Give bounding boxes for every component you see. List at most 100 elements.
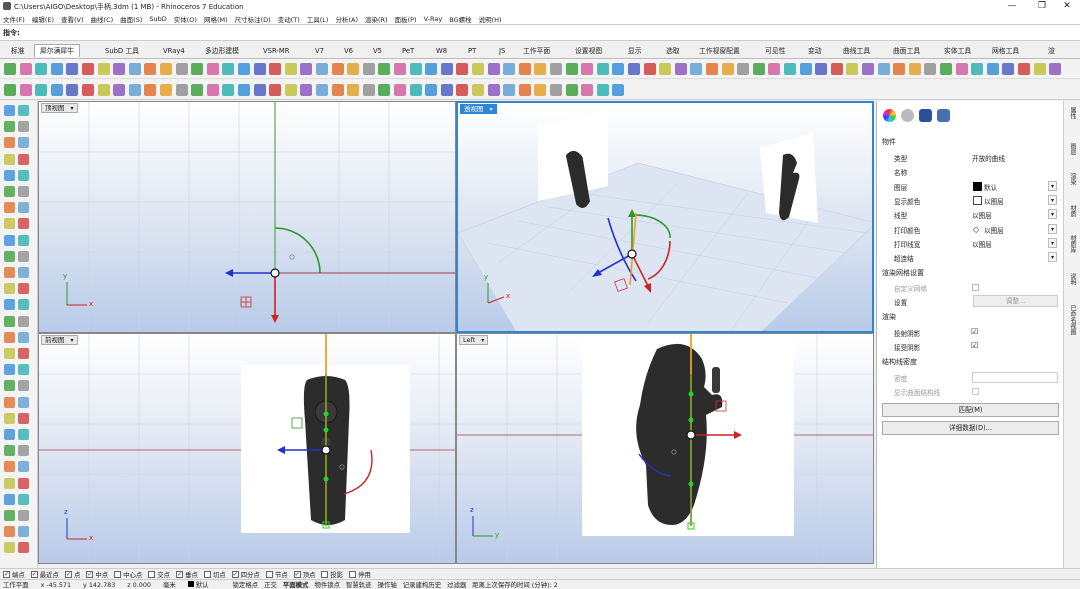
menu-panels[interactable]: 面板(P) <box>395 14 417 24</box>
property-value[interactable]: 开放的曲线 <box>972 153 1005 163</box>
viewport-left[interactable]: Left ▾ z y <box>456 333 874 564</box>
tab-0[interactable]: 标准 <box>6 45 30 58</box>
tool-icon[interactable] <box>18 169 29 181</box>
tool-icon[interactable] <box>534 63 547 75</box>
tool-icon[interactable] <box>4 169 15 181</box>
tool-icon[interactable] <box>18 315 29 327</box>
tab-11[interactable]: PT <box>463 45 481 58</box>
tool-icon[interactable] <box>550 63 562 75</box>
status-unit[interactable]: 毫米 <box>163 580 176 589</box>
menu-tools[interactable]: 工具(L) <box>307 14 329 24</box>
tool-icon[interactable] <box>425 63 438 75</box>
tool-icon[interactable] <box>612 63 625 75</box>
tab-7[interactable]: V6 <box>339 45 358 58</box>
adjust-button[interactable]: 调整... <box>973 295 1058 307</box>
tool-icon[interactable] <box>18 283 29 295</box>
tool-icon[interactable] <box>440 84 453 96</box>
menu-curve[interactable]: 曲线(C) <box>91 14 114 24</box>
tool-icon[interactable] <box>50 63 63 75</box>
menu-surface[interactable]: 曲面(S) <box>120 14 142 24</box>
tool-icon[interactable] <box>4 348 15 359</box>
status-toggle[interactable]: 智慧轨迹 <box>346 580 372 589</box>
viewport-title[interactable]: 透视图 ▾ <box>460 104 497 114</box>
chevron-down-icon[interactable]: ▾ <box>1048 180 1057 191</box>
panel-tab-3[interactable]: 材质 <box>1066 205 1079 217</box>
tab-3[interactable]: VRay4 <box>158 45 190 58</box>
menu-solid[interactable]: 实体(O) <box>174 14 197 24</box>
tool-icon[interactable] <box>4 477 15 489</box>
tool-icon[interactable] <box>253 63 266 75</box>
menu-edit[interactable]: 编辑(E) <box>32 14 54 24</box>
panel-tab-0[interactable]: 属性 <box>1066 107 1079 119</box>
command-input[interactable] <box>24 27 1080 39</box>
status-toggle[interactable]: 记录建构历史 <box>403 580 441 589</box>
tool-icon[interactable] <box>18 202 29 214</box>
menu-bg[interactable]: BG螺栓 <box>449 14 471 24</box>
tool-icon[interactable] <box>35 84 48 96</box>
tool-icon[interactable] <box>4 493 15 505</box>
tool-icon[interactable] <box>253 84 266 96</box>
menu-file[interactable]: 文件(F) <box>3 14 25 24</box>
tool-icon[interactable] <box>1002 63 1015 75</box>
osnap-item[interactable]: 节点 <box>265 570 288 579</box>
tool-icon[interactable] <box>4 412 15 424</box>
osnap-checkbox[interactable] <box>148 570 156 578</box>
osnap-item[interactable]: 投影 <box>321 570 343 579</box>
tool-icon[interactable] <box>19 63 32 75</box>
tool-icon[interactable] <box>674 63 687 75</box>
tool-icon[interactable] <box>347 84 360 96</box>
tool-icon[interactable] <box>316 84 328 96</box>
tool-icon[interactable] <box>18 493 29 505</box>
tool-icon[interactable] <box>113 63 126 75</box>
tool-icon[interactable] <box>425 84 438 96</box>
tool-icon[interactable] <box>643 63 656 75</box>
menu-subd[interactable]: SubD <box>149 15 166 23</box>
tool-icon[interactable] <box>4 186 15 197</box>
tool-icon[interactable] <box>19 84 32 96</box>
osnap-checkbox[interactable] <box>114 570 122 578</box>
receive-shadows-checkbox[interactable]: ☑ <box>971 341 978 350</box>
tool-icon[interactable] <box>300 84 313 96</box>
tool-icon[interactable] <box>160 63 172 75</box>
tool-icon[interactable] <box>4 461 15 473</box>
menu-vray[interactable]: V-Ray <box>424 15 443 23</box>
chevron-down-icon[interactable]: ▾ <box>1048 237 1057 248</box>
tool-icon[interactable] <box>830 63 843 75</box>
tab-5[interactable]: VSR-MR <box>258 45 294 58</box>
tool-icon[interactable] <box>4 526 15 538</box>
tab-23[interactable]: 网格工具 <box>987 45 1024 58</box>
tool-icon[interactable] <box>18 412 29 424</box>
tool-icon[interactable] <box>940 63 952 75</box>
tool-icon[interactable] <box>4 299 15 311</box>
tool-icon[interactable] <box>971 63 984 75</box>
tool-icon[interactable] <box>18 121 29 133</box>
tool-icon[interactable] <box>18 477 29 489</box>
moon-icon[interactable] <box>901 109 914 122</box>
tool-icon[interactable] <box>66 63 79 75</box>
tool-icon[interactable] <box>82 63 94 75</box>
tool-icon[interactable] <box>565 84 578 96</box>
tool-icon[interactable] <box>4 137 15 149</box>
menu-transform[interactable]: 变动(T) <box>278 14 300 24</box>
tool-icon[interactable] <box>690 63 703 75</box>
tool-icon[interactable] <box>18 461 29 473</box>
tool-icon[interactable] <box>316 63 328 75</box>
tool-icon[interactable] <box>565 63 578 75</box>
tool-icon[interactable] <box>113 84 126 96</box>
tool-icon[interactable] <box>50 84 63 96</box>
tab-6[interactable]: V7 <box>310 45 329 58</box>
tab-17[interactable]: 工作视窗配置 <box>694 45 745 58</box>
tab-18[interactable]: 可见性 <box>760 45 790 58</box>
tool-icon[interactable] <box>846 63 859 75</box>
tool-icon[interactable] <box>986 63 999 75</box>
tool-icon[interactable] <box>877 63 890 75</box>
tool-icon[interactable] <box>550 84 562 96</box>
tool-icon[interactable] <box>4 234 15 246</box>
tool-icon[interactable] <box>815 63 828 75</box>
tool-icon[interactable] <box>534 84 547 96</box>
minimize-button[interactable]: — <box>995 0 1029 13</box>
tab-4[interactable]: 多边形建模 <box>200 45 244 58</box>
tab-2[interactable]: SubD 工具 <box>100 45 144 58</box>
osnap-item[interactable]: 切点 <box>203 570 226 579</box>
status-toggle[interactable]: 物件锁点 <box>314 580 340 589</box>
